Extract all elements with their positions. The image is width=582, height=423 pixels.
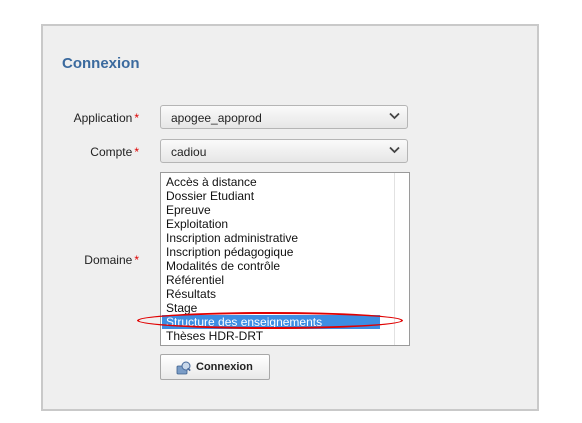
connexion-button-label: Connexion	[196, 361, 253, 373]
domaine-option-selected[interactable]: Structure des enseignements	[162, 315, 380, 329]
application-label: Application *	[73, 111, 139, 125]
chevron-down-icon	[389, 112, 400, 120]
domaine-option[interactable]: Accès à distance	[162, 175, 380, 189]
domaine-option[interactable]: Dossier Etudiant	[162, 189, 380, 203]
domaine-option[interactable]: Thèses HDR-DRT	[162, 329, 380, 343]
listbox-scrollbar[interactable]	[394, 173, 409, 345]
compte-select[interactable]: cadiou	[160, 139, 408, 163]
required-marker: *	[134, 111, 139, 125]
domaine-listbox[interactable]: Accès à distance Dossier Etudiant Epreuv…	[160, 172, 410, 346]
domaine-option[interactable]: Modalités de contrôle	[162, 259, 380, 273]
domaine-option[interactable]: Inscription pédagogique	[162, 245, 380, 259]
domaine-option[interactable]: Inscription administrative	[162, 231, 380, 245]
required-marker: *	[134, 253, 139, 267]
domaine-option[interactable]: Stage	[162, 301, 380, 315]
domaine-label: Domaine *	[84, 253, 139, 267]
required-marker: *	[134, 145, 139, 159]
chevron-down-icon	[389, 146, 400, 154]
login-panel: Connexion Application * apogee_apoprod Co…	[41, 24, 539, 411]
compte-label: Compte *	[90, 145, 139, 159]
domaine-option[interactable]: Epreuve	[162, 203, 380, 217]
domaine-option[interactable]: Résultats	[162, 287, 380, 301]
page-title: Connexion	[62, 55, 140, 72]
application-value: apogee_apoprod	[171, 111, 262, 125]
compte-value: cadiou	[171, 145, 207, 159]
application-select[interactable]: apogee_apoprod	[160, 105, 408, 129]
login-icon	[176, 361, 191, 375]
connexion-button[interactable]: Connexion	[160, 354, 270, 380]
domaine-option[interactable]: Référentiel	[162, 273, 380, 287]
domaine-option[interactable]: Exploitation	[162, 217, 380, 231]
